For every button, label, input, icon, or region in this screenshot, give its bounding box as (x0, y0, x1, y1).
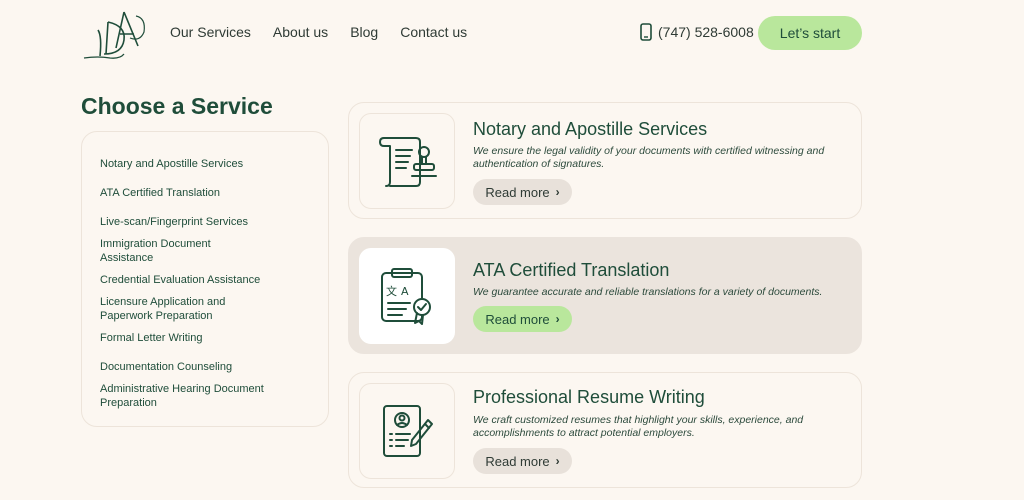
phone-icon (640, 23, 652, 41)
card-title: Professional Resume Writing (473, 387, 705, 407)
site-header: Our Services About us Blog Contact us (7… (0, 0, 1024, 70)
read-more-label: Read more (485, 453, 550, 469)
chevron-right-icon: › (555, 185, 560, 199)
card-description: We ensure the legal validity of your doc… (473, 145, 825, 170)
service-card-notary[interactable]: Notary and Apostille Services We ensure … (348, 102, 862, 219)
phone-link[interactable]: (747) 528-6008 (640, 23, 754, 41)
phone-number: (747) 528-6008 (658, 24, 754, 40)
logo[interactable] (80, 8, 150, 62)
svg-text:文: 文 (386, 284, 397, 298)
service-sidebar: Notary and Apostille Services ATA Certif… (81, 131, 329, 427)
card-description: We craft customized resumes that highlig… (473, 414, 804, 439)
read-more-label: Read more (485, 184, 550, 200)
chevron-right-icon: › (555, 312, 560, 326)
nav-blog[interactable]: Blog (350, 24, 378, 40)
sidebar-item-translation[interactable]: ATA Certified Translation (100, 186, 300, 200)
read-more-button[interactable]: Read more › (473, 306, 572, 332)
resume-pen-icon (359, 383, 455, 479)
nav-our-services[interactable]: Our Services (170, 24, 251, 40)
read-more-label: Read more (485, 311, 550, 327)
page-title: Choose a Service (81, 93, 273, 119)
card-title: ATA Certified Translation (473, 260, 670, 280)
nav-contact-us[interactable]: Contact us (400, 24, 467, 40)
scroll-stamp-icon (359, 113, 455, 209)
nav-about-us[interactable]: About us (273, 24, 328, 40)
sidebar-item-notary[interactable]: Notary and Apostille Services (100, 157, 300, 171)
sidebar-item-counseling[interactable]: Documentation Counseling (100, 360, 300, 374)
sidebar-item-hearing[interactable]: Administrative Hearing Document Preparat… (100, 382, 270, 410)
sidebar-item-letter-writing[interactable]: Formal Letter Writing (100, 331, 300, 345)
main-nav: Our Services About us Blog Contact us (170, 24, 489, 40)
svg-text:A: A (401, 285, 409, 298)
clipboard-translation-badge-icon: 文 A (359, 248, 455, 344)
read-more-button[interactable]: Read more › (473, 179, 572, 205)
service-card-translation[interactable]: 文 A ATA Certified Translation We guarant… (348, 237, 862, 354)
read-more-button[interactable]: Read more › (473, 448, 572, 474)
sidebar-item-licensure[interactable]: Licensure Application and Paperwork Prep… (100, 295, 240, 323)
sidebar-item-credential[interactable]: Credential Evaluation Assistance (100, 273, 300, 287)
card-title: Notary and Apostille Services (473, 119, 708, 139)
sidebar-item-immigration[interactable]: Immigration Document Assistance (100, 237, 230, 265)
service-card-resume[interactable]: Professional Resume Writing We craft cus… (348, 372, 862, 488)
sidebar-item-livescan[interactable]: Live-scan/Fingerprint Services (100, 215, 300, 229)
chevron-right-icon: › (555, 454, 560, 468)
card-description: We guarantee accurate and reliable trans… (473, 286, 823, 298)
lets-start-button[interactable]: Let’s start (758, 16, 862, 50)
